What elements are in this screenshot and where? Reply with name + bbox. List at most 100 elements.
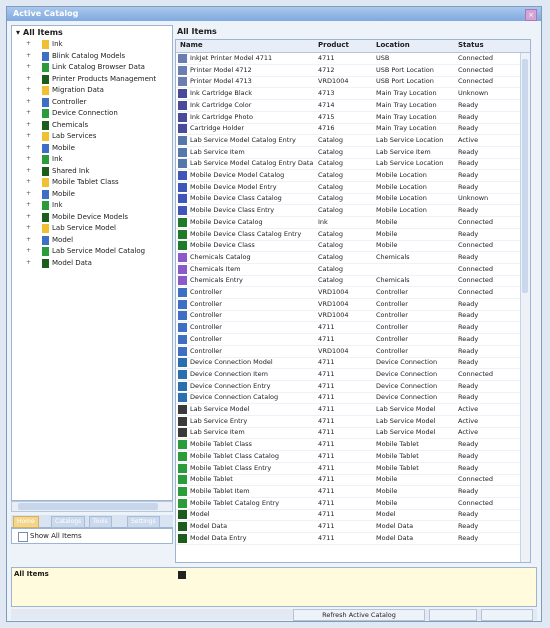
table-row[interactable]: Lab Service Item 4711 Lab Service Model Act… bbox=[176, 427, 530, 440]
table-row[interactable]: Controller 4711 Controller Ready bbox=[176, 322, 530, 335]
table-row[interactable]: Lab Service Model Catalog Entry Catalog La… bbox=[176, 135, 530, 147]
table-row[interactable]: Chemicals Catalog Catalog Chemicals Ready bbox=[176, 252, 530, 264]
table-row[interactable]: Mobile Tablet Class Catalog 4711 Mobile Ta… bbox=[176, 451, 530, 463]
table-row[interactable]: Cartridge Holder 4716 Main Tray Location Re… bbox=[176, 123, 530, 136]
secondary-button[interactable] bbox=[429, 609, 477, 621]
cell-name: Ink Cartridge Black bbox=[190, 89, 252, 98]
cell-status: Active bbox=[458, 416, 479, 425]
expand-icon[interactable]: + bbox=[26, 236, 32, 243]
table-row[interactable]: Device Connection Catalog 4711 Device Conn… bbox=[176, 392, 530, 405]
table-row[interactable]: Lab Service Item Catalog Lab Service Item R… bbox=[176, 147, 530, 159]
table-row[interactable]: Mobile Device Class Catalog Catalog Mobile… bbox=[176, 193, 530, 206]
table-row[interactable]: Mobile Device Model Catalog Catalog Mobile… bbox=[176, 170, 530, 182]
tab-catalogs[interactable]: Catalogs bbox=[51, 516, 86, 528]
table-row[interactable]: Controller VRD1004 Controller Ready bbox=[176, 299, 530, 311]
table-row[interactable]: Controller VRD1004 Controller Connected bbox=[176, 287, 530, 299]
close-icon[interactable]: × bbox=[525, 9, 537, 21]
cell-status: Ready bbox=[458, 381, 479, 390]
expand-icon[interactable]: + bbox=[26, 248, 32, 254]
table-row[interactable]: Mobile Device Class Entry Catalog Mobile L… bbox=[176, 205, 530, 218]
cell-location: Lab Service Model bbox=[376, 416, 436, 425]
table-row[interactable]: Mobile Device Class Catalog Entry Catalog… bbox=[176, 229, 530, 241]
expand-icon[interactable]: + bbox=[26, 167, 32, 174]
printer-icon bbox=[178, 77, 187, 87]
table-row[interactable]: Lab Service Model 4711 Lab Service Model Ac… bbox=[176, 404, 530, 416]
expand-icon[interactable]: + bbox=[26, 190, 32, 197]
cell-product: Catalog bbox=[318, 206, 343, 215]
expand-icon[interactable]: + bbox=[26, 41, 32, 47]
tab-strip: Home Catalogs Tools Settings bbox=[11, 515, 173, 528]
expand-icon[interactable]: + bbox=[26, 179, 32, 185]
table-row[interactable]: Mobile Tablet Catalog Entry 4711 Mobile Con… bbox=[176, 498, 530, 510]
cell-location: Mobile bbox=[376, 217, 398, 226]
cell-location: Main Tray Location bbox=[376, 124, 437, 133]
cell-location: Main Tray Location bbox=[376, 89, 437, 98]
horizontal-scrollbar[interactable] bbox=[11, 501, 173, 512]
expand-icon[interactable]: + bbox=[26, 52, 32, 59]
table-row[interactable]: Controller VRD1004 Controller Ready bbox=[176, 310, 530, 323]
expand-icon[interactable]: + bbox=[26, 98, 32, 105]
table-row[interactable]: Device Connection Model 4711 Device Connec… bbox=[176, 357, 530, 370]
cell-name: InkJet Printer Model 4711 bbox=[190, 54, 273, 62]
expand-icon[interactable]: + bbox=[26, 121, 32, 128]
cell-product: 4712 bbox=[318, 65, 335, 74]
expand-icon[interactable]: + bbox=[26, 213, 32, 220]
table-row[interactable]: Chemicals Entry Catalog Chemicals Connected bbox=[176, 275, 530, 288]
table-row[interactable]: Mobile Device Model Entry Catalog Mobile L… bbox=[176, 182, 530, 194]
refresh-button[interactable]: Refresh Active Catalog bbox=[293, 609, 425, 621]
cell-status: Connected bbox=[458, 369, 494, 378]
cell-location: Device Connection bbox=[376, 369, 438, 378]
tree-root[interactable]: ▾ All Items bbox=[16, 28, 63, 37]
expand-icon[interactable]: + bbox=[26, 87, 32, 93]
tab-home[interactable]: Home bbox=[13, 516, 39, 528]
table-row[interactable]: Ink Cartridge Photo 4715 Main Tray Locatio… bbox=[176, 112, 530, 124]
controller-icon bbox=[178, 311, 187, 321]
expand-icon[interactable]: + bbox=[26, 225, 32, 231]
table-row[interactable]: Printer Model 4712 4712 USB Port Location C… bbox=[176, 65, 530, 77]
expand-icon[interactable]: + bbox=[26, 110, 32, 116]
cell-product: 4713 bbox=[318, 89, 335, 98]
table-row[interactable]: Mobile Tablet 4711 Mobile Connected bbox=[176, 474, 530, 487]
expand-icon[interactable]: + bbox=[26, 64, 32, 70]
table-row[interactable]: Device Connection Item 4711 Device Connect… bbox=[176, 369, 530, 381]
table-row[interactable]: Chemicals Item Catalog Connected bbox=[176, 264, 530, 276]
expand-icon[interactable]: + bbox=[26, 156, 32, 162]
tree-item-label: Ink bbox=[52, 40, 63, 48]
collapse-icon[interactable]: ▾ bbox=[16, 28, 20, 37]
tab-settings[interactable]: Settings bbox=[127, 516, 160, 528]
cell-location: Mobile Location bbox=[376, 206, 427, 215]
expand-icon[interactable]: + bbox=[26, 133, 32, 139]
column-header-product[interactable]: Product bbox=[318, 41, 349, 49]
vertical-scrollbar[interactable] bbox=[520, 53, 530, 562]
expand-icon[interactable]: + bbox=[26, 202, 32, 208]
table-row[interactable]: Device Connection Entry 4711 Device Connec… bbox=[176, 381, 530, 393]
table-row[interactable]: Mobile Tablet Class 4711 Mobile Tablet Read… bbox=[176, 439, 530, 452]
table-row[interactable]: Model Data Entry 4711 Model Data Ready bbox=[176, 533, 530, 545]
column-header-name[interactable]: Name bbox=[180, 41, 203, 49]
table-row[interactable]: InkJet Printer Model 4711 4711 USB Connecte… bbox=[176, 53, 530, 65]
expand-icon[interactable]: + bbox=[26, 259, 32, 266]
table-row[interactable]: Mobile Device Catalog Ink Mobile Connected bbox=[176, 217, 530, 229]
table-row[interactable]: Model Data 4711 Model Data Ready bbox=[176, 521, 530, 533]
tree-item-label: Lab Services bbox=[52, 132, 97, 140]
flask-icon bbox=[178, 264, 187, 274]
table-row[interactable]: Mobile Device Class Catalog Mobile Connecte… bbox=[176, 240, 530, 253]
table-row[interactable]: Model 4711 Model Ready bbox=[176, 509, 530, 522]
table-row[interactable]: Lab Service Entry 4711 Lab Service Model Ac… bbox=[176, 416, 530, 428]
expand-icon[interactable]: + bbox=[26, 144, 32, 151]
expand-icon[interactable]: + bbox=[26, 75, 32, 82]
show-all-row[interactable]: Show All Items bbox=[11, 528, 173, 544]
table-row[interactable]: Controller VRD1004 Controller Ready bbox=[176, 346, 530, 358]
table-row[interactable]: Mobile Tablet Item 4711 Mobile Ready bbox=[176, 486, 530, 498]
column-header-location[interactable]: Location bbox=[376, 41, 410, 49]
tab-tools[interactable]: Tools bbox=[89, 516, 112, 528]
column-header-status[interactable]: Status bbox=[458, 41, 484, 49]
table-row[interactable]: Printer Model 4713 VRD1004 USB Port Locati… bbox=[176, 76, 530, 89]
table-row[interactable]: Ink Cartridge Color 4714 Main Tray Locatio… bbox=[176, 100, 530, 112]
table-row[interactable]: Lab Service Model Catalog Entry Data Cata… bbox=[176, 158, 530, 171]
tertiary-button[interactable] bbox=[481, 609, 533, 621]
table-row[interactable]: Mobile Tablet Class Entry 4711 Mobile Tabl… bbox=[176, 463, 530, 475]
table-row[interactable]: Ink Cartridge Black 4713 Main Tray Locatio… bbox=[176, 88, 530, 101]
show-all-checkbox[interactable] bbox=[18, 532, 28, 542]
table-row[interactable]: Controller 4711 Controller Ready bbox=[176, 334, 530, 346]
